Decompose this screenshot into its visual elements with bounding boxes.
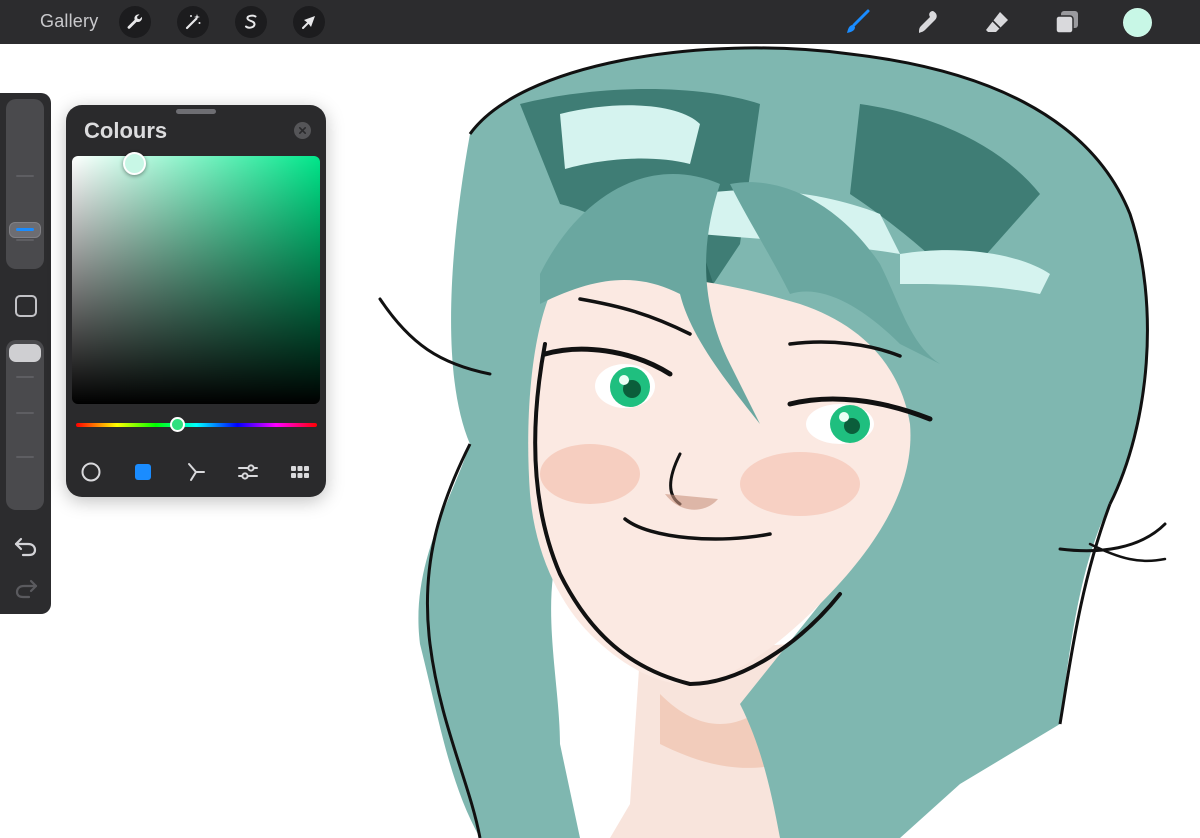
classic-mode-button[interactable] — [130, 459, 156, 485]
color-picker-handle[interactable] — [122, 151, 146, 175]
hue-slider[interactable] — [76, 417, 317, 432]
redo-button[interactable] — [13, 577, 39, 599]
undo-icon — [14, 537, 37, 557]
magic-wand-icon — [185, 14, 201, 30]
adjustments-button[interactable] — [177, 6, 209, 38]
smudge-icon — [919, 11, 937, 33]
saturation-brightness-square[interactable] — [72, 156, 320, 404]
brush-size-slider[interactable] — [6, 99, 44, 269]
panel-grabber[interactable] — [176, 109, 216, 114]
classic-icon — [135, 464, 151, 480]
panel-title: Colours — [84, 118, 168, 143]
palettes-mode-button[interactable] — [287, 459, 313, 485]
transform-button[interactable] — [293, 6, 325, 38]
undo-button[interactable] — [13, 535, 39, 557]
transform-arrow-icon — [302, 16, 315, 29]
harmony-mode-button[interactable] — [183, 459, 209, 485]
brush-icon — [847, 9, 870, 33]
eraser-icon — [986, 12, 1008, 32]
disc-icon — [81, 462, 101, 482]
modify-button[interactable] — [15, 295, 37, 317]
close-panel-button[interactable] — [294, 122, 311, 139]
top-toolbar: Gallery — [0, 0, 1200, 44]
value-mode-button[interactable] — [235, 459, 261, 485]
slider-tick — [16, 175, 34, 177]
smudge-tool-button[interactable] — [912, 7, 942, 37]
actions-button[interactable] — [119, 6, 151, 38]
slider-tick — [16, 239, 34, 241]
paint-tool-button[interactable] — [842, 7, 872, 37]
redo-icon — [15, 579, 38, 599]
close-icon — [298, 126, 307, 135]
slider-tick — [16, 456, 34, 458]
hue-handle[interactable] — [169, 417, 185, 432]
selection-s-icon — [245, 14, 257, 29]
brush-opacity-handle[interactable] — [9, 344, 41, 362]
gallery-link[interactable]: Gallery — [40, 11, 98, 32]
eraser-tool-button[interactable] — [982, 7, 1012, 37]
value-sliders-icon — [238, 464, 258, 480]
harmony-icon — [188, 463, 205, 481]
slider-tick — [16, 376, 34, 378]
wrench-icon — [127, 14, 143, 29]
left-sidebar — [0, 93, 51, 614]
palettes-icon — [291, 466, 309, 478]
current-color-swatch[interactable] — [1123, 8, 1152, 37]
selection-button[interactable] — [235, 6, 267, 38]
brush-size-handle[interactable] — [9, 222, 41, 238]
brush-opacity-slider[interactable] — [6, 340, 44, 510]
layers-icon — [1055, 11, 1078, 34]
slider-tick — [16, 412, 34, 414]
colours-panel: Colours — [66, 105, 326, 497]
disc-mode-button[interactable] — [78, 459, 104, 485]
layers-button[interactable] — [1052, 7, 1082, 37]
